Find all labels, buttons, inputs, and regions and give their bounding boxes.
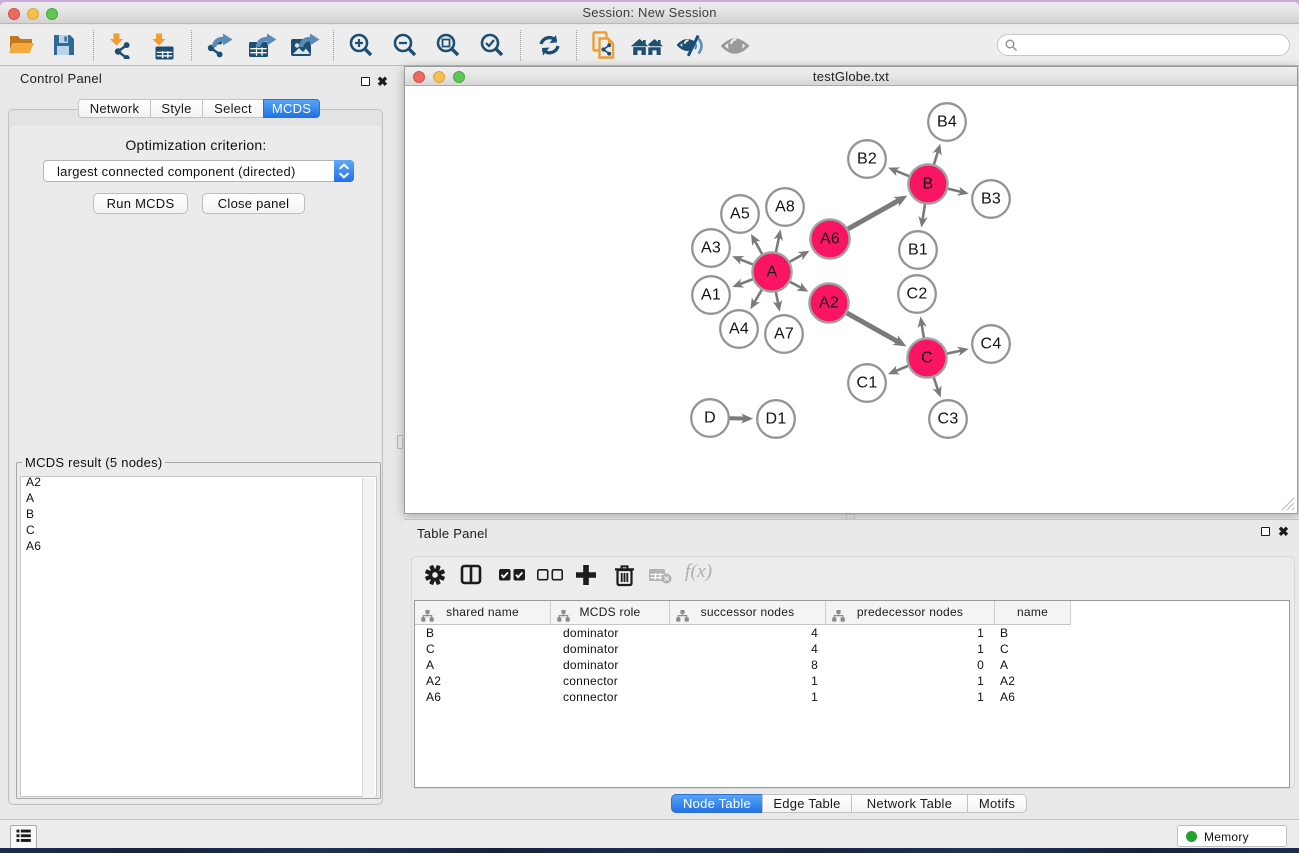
svg-text:B2: B2 bbox=[857, 151, 877, 168]
svg-text:A2: A2 bbox=[819, 295, 839, 312]
svg-text:B1: B1 bbox=[908, 242, 928, 259]
svg-text:D1: D1 bbox=[766, 411, 787, 428]
svg-text:A5: A5 bbox=[730, 206, 750, 223]
svg-text:A1: A1 bbox=[701, 287, 721, 304]
svg-text:A8: A8 bbox=[775, 199, 795, 216]
svg-text:A3: A3 bbox=[701, 240, 721, 257]
svg-text:C3: C3 bbox=[938, 411, 959, 428]
svg-text:B: B bbox=[923, 176, 934, 193]
svg-text:A6: A6 bbox=[820, 231, 840, 248]
svg-text:A7: A7 bbox=[774, 326, 794, 343]
svg-text:A: A bbox=[767, 264, 778, 281]
svg-text:C1: C1 bbox=[857, 375, 878, 392]
svg-text:C4: C4 bbox=[981, 336, 1002, 353]
svg-text:A4: A4 bbox=[729, 321, 749, 338]
svg-text:B4: B4 bbox=[937, 114, 957, 131]
svg-text:D: D bbox=[704, 410, 716, 427]
svg-text:C: C bbox=[921, 350, 933, 367]
svg-text:B3: B3 bbox=[981, 191, 1001, 208]
svg-text:C2: C2 bbox=[907, 286, 928, 303]
